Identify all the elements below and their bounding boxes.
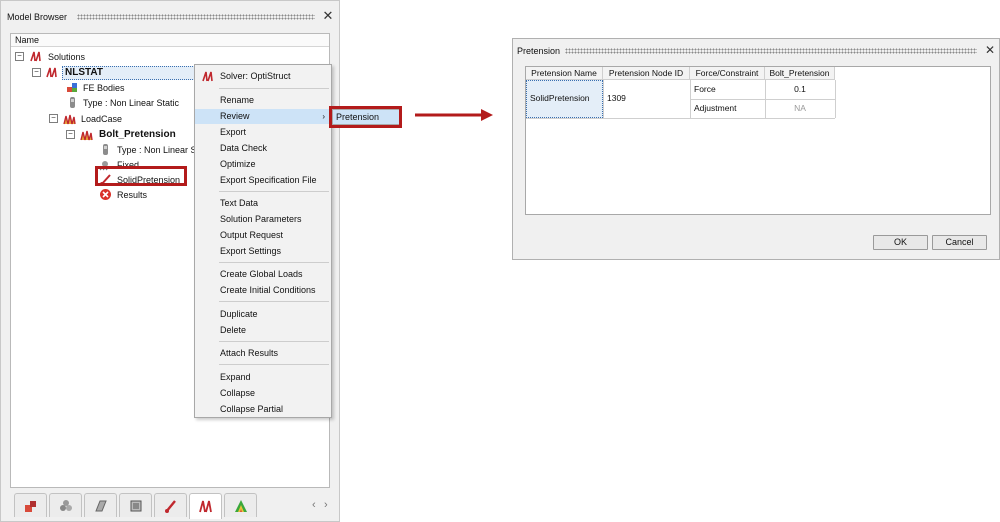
menu-item-export[interactable]: Export (195, 125, 331, 140)
menu-item-solver[interactable]: Solver: OptiStruct (195, 69, 331, 84)
menu-separator (219, 88, 329, 89)
tab-solutions[interactable] (189, 493, 222, 519)
type-icon (70, 97, 75, 108)
menu-separator (219, 262, 329, 263)
loadcase-icon (80, 130, 93, 141)
cell-pretension-name[interactable]: SolidPretension (528, 90, 590, 106)
menu-item-rename[interactable]: Rename (195, 93, 331, 108)
solution-icon (202, 71, 213, 82)
tree-item-nlstat[interactable]: NLSTAT (45, 66, 205, 80)
collapse-toggle[interactable]: − (32, 68, 41, 77)
divider (835, 80, 836, 118)
tree-item-type[interactable]: Type : Non Linear S (99, 143, 199, 157)
menu-item-collapse-partial[interactable]: Collapse Partial (195, 402, 331, 417)
collapse-toggle[interactable]: − (49, 114, 58, 123)
cell-force-value[interactable]: 0.1 (765, 81, 835, 97)
cell-node-id[interactable]: 1309 (605, 90, 626, 106)
close-icon[interactable]: ✕ (983, 43, 997, 57)
collapse-toggle[interactable]: − (66, 130, 75, 139)
dialog-title: Pretension (517, 46, 561, 56)
tree-item-results[interactable]: Results (99, 188, 179, 202)
tree-item-loadcase[interactable]: LoadCase (63, 112, 183, 126)
close-icon[interactable]: ✕ (321, 9, 335, 23)
assembly-icon (60, 500, 72, 511)
column-header[interactable]: Pretension Node ID (603, 67, 690, 80)
callout-highlight-box (95, 166, 187, 186)
menu-item-create-global-loads[interactable]: Create Global Loads (195, 267, 331, 282)
tab-properties[interactable] (119, 493, 152, 517)
pretension-table: Pretension Name Pretension Node ID Force… (525, 66, 991, 215)
menu-item-collapse[interactable]: Collapse (195, 386, 331, 401)
menu-item-solution-parameters[interactable]: Solution Parameters (195, 212, 331, 227)
menu-separator (219, 341, 329, 342)
menu-item-text-data[interactable]: Text Data (195, 196, 331, 211)
callout-highlight-box (329, 106, 402, 128)
divider (526, 118, 835, 119)
context-menu: Solver: OptiStruct Rename Review › Expor… (194, 64, 332, 418)
column-header[interactable]: Pretension Name (526, 67, 603, 80)
tab-assemblies[interactable] (49, 493, 82, 517)
callout-arrow-icon (415, 109, 493, 121)
cell-force-label: Force (694, 84, 716, 94)
menu-item-duplicate[interactable]: Duplicate (195, 307, 331, 322)
cell-adjustment-value[interactable]: NA (765, 100, 835, 116)
tab-loads[interactable] (154, 493, 187, 517)
menu-separator (219, 301, 329, 302)
collapse-toggle[interactable]: − (15, 52, 24, 61)
tree-item-solutions[interactable]: Solutions (29, 50, 149, 64)
drag-grip[interactable] (565, 48, 977, 54)
menu-item-delete[interactable]: Delete (195, 323, 331, 338)
pretension-dialog: Pretension ✕ Pretension Name Pretension … (512, 38, 1000, 260)
menu-item-expand[interactable]: Expand (195, 370, 331, 385)
menu-item-create-initial-conditions[interactable]: Create Initial Conditions (195, 283, 331, 298)
material-icon (95, 500, 107, 512)
tree-item-bolt-pretension[interactable]: Bolt_Pretension (80, 128, 200, 142)
menu-item-export-settings[interactable]: Export Settings (195, 244, 331, 259)
part-icon (25, 501, 36, 512)
menu-item-optimize[interactable]: Optimize (195, 157, 331, 172)
column-header[interactable]: Bolt_Pretension (765, 67, 835, 80)
fe-bodies-icon (67, 83, 77, 92)
tab-parts[interactable] (14, 493, 47, 517)
tab-scroll-right-icon[interactable]: › (324, 499, 328, 511)
browser-tab-strip: ‹ › (10, 493, 335, 519)
property-icon (130, 500, 142, 512)
tab-contours[interactable] (224, 493, 257, 517)
tree-item-type[interactable]: Type : Non Linear Static (66, 96, 206, 110)
submenu-arrow-icon: › (322, 112, 325, 121)
model-browser-titlebar: Model Browser ✕ (1, 1, 339, 31)
menu-item-export-spec[interactable]: Export Specification File (195, 173, 331, 188)
drag-grip[interactable] (77, 14, 315, 20)
column-header[interactable]: Force/Constraint (690, 67, 765, 80)
tree-column-header: Name (11, 34, 329, 47)
cell-adjustment-label: Adjustment (694, 103, 737, 113)
tab-materials[interactable] (84, 493, 117, 517)
menu-item-review[interactable]: Review › (195, 109, 331, 124)
divider (603, 80, 604, 118)
contour-icon (235, 500, 247, 512)
menu-separator (219, 364, 329, 365)
menu-item-attach-results[interactable]: Attach Results (195, 346, 331, 361)
tab-scroll-left-icon[interactable]: ‹ (312, 499, 316, 511)
menu-separator (219, 191, 329, 192)
load-icon (165, 500, 176, 513)
menu-item-data-check[interactable]: Data Check (195, 141, 331, 156)
solution-icon (199, 500, 212, 513)
error-icon (100, 189, 111, 200)
menu-item-output-request[interactable]: Output Request (195, 228, 331, 243)
loadcase-icon (63, 114, 76, 125)
solution-icon (30, 51, 41, 62)
type-icon (103, 144, 108, 155)
model-browser-title: Model Browser (7, 12, 68, 22)
tree-item-fe-bodies[interactable]: FE Bodies (66, 81, 186, 95)
solution-icon (46, 67, 57, 78)
ok-button[interactable]: OK (873, 235, 928, 250)
cancel-button[interactable]: Cancel (932, 235, 987, 250)
